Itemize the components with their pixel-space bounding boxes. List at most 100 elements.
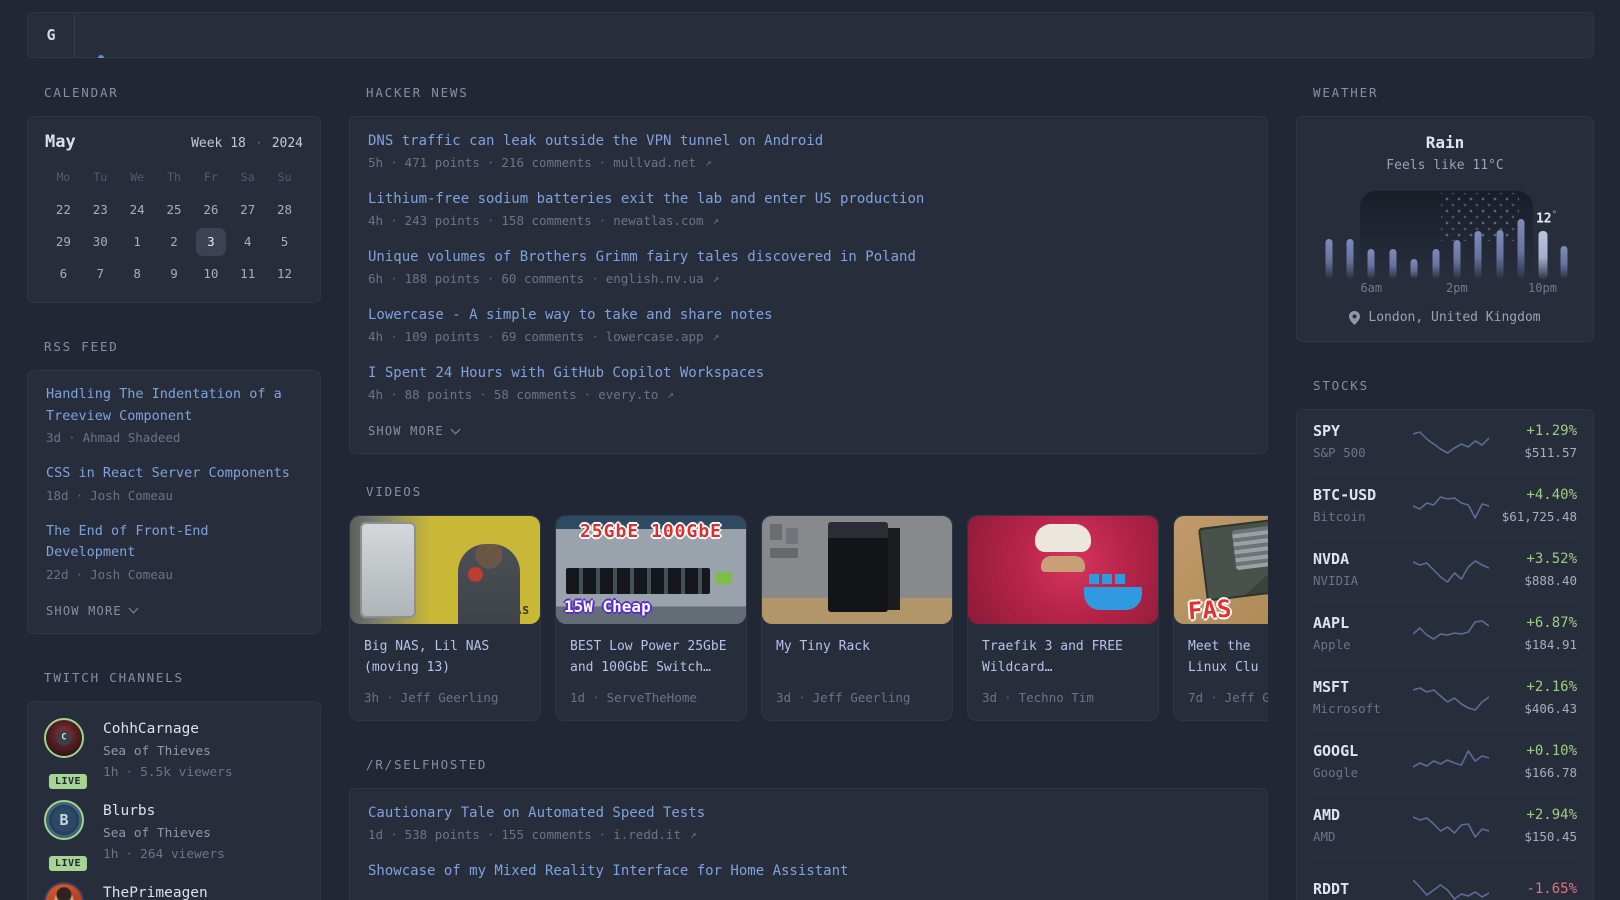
top-nav: G xyxy=(27,12,1594,58)
hackernews-item: Unique volumes of Brothers Grimm fairy t… xyxy=(368,246,1249,289)
meta-channel: Jeff Geerling xyxy=(401,688,499,708)
meta-age: 3d xyxy=(46,428,61,448)
video-card-body: BEST Low Power 25GbE and 100GbE Switch… … xyxy=(556,624,746,720)
stock-info: GOOGL Google xyxy=(1313,741,1409,782)
rss-item-title[interactable]: The End of Front-End Development xyxy=(46,521,302,564)
stock-info: AAPL Apple xyxy=(1313,613,1409,654)
meta-age: 5h xyxy=(368,153,383,173)
video-card-body: Traefik 3 and FREE Wildcard… 3d·Techno T… xyxy=(968,624,1158,720)
calendar-day: 28 xyxy=(266,194,303,226)
video-meta: 3d·Techno Tim xyxy=(982,688,1144,708)
hackernews-item-title[interactable]: Lithium-free sodium batteries exit the l… xyxy=(368,188,1249,210)
stock-change: +3.52% xyxy=(1524,549,1577,569)
stock-ticker: SPY xyxy=(1313,421,1409,441)
rss-item-title[interactable]: Handling The Indentation of a Treeview C… xyxy=(46,384,302,427)
meta-domain[interactable]: i.redd.it xyxy=(613,825,681,845)
reddit-item: Cautionary Tale on Automated Speed Tests… xyxy=(368,802,1249,845)
reddit-card: Cautionary Tale on Automated Speed Tests… xyxy=(349,788,1268,900)
meta-age: 3h xyxy=(364,688,379,708)
meta-points: 88 points xyxy=(405,385,473,405)
stock-name: NVIDIA xyxy=(1313,572,1409,590)
meta-domain[interactable]: english.nv.ua xyxy=(606,269,704,289)
calendar-day: 24 xyxy=(119,194,156,226)
stocks-section-label: STOCKS xyxy=(1313,378,1594,393)
chevron-down-icon xyxy=(128,604,138,614)
left-column: CALENDAR May Week 18 · 2024 MoTuWeThFrSa… xyxy=(27,85,321,900)
nav-divider xyxy=(74,13,75,57)
calendar-day: 1 xyxy=(119,226,156,258)
dot-separator: · xyxy=(386,688,394,708)
meta-domain[interactable]: lowercase.app xyxy=(606,327,704,347)
stock-row[interactable]: GOOGL Google +0.10% $166.78 xyxy=(1313,730,1577,794)
stock-row[interactable]: RDDT -1.65% xyxy=(1313,858,1577,900)
main-columns: CALENDAR May Week 18 · 2024 MoTuWeThFrSa… xyxy=(27,85,1594,900)
reddit-section: /R/SELFHOSTED Cautionary Tale on Automat… xyxy=(349,757,1268,900)
weather-bar xyxy=(1411,259,1418,279)
calendar-day: 2 xyxy=(156,226,193,258)
reddit-item-title[interactable]: Showcase of my Mixed Reality Interface f… xyxy=(368,860,1249,882)
weather-time-axis: 6am2pm10pm xyxy=(1313,281,1577,297)
stock-row[interactable]: AMD AMD +2.94% $150.45 xyxy=(1313,794,1577,858)
hackernews-item-title[interactable]: I Spent 24 Hours with GitHub Copilot Wor… xyxy=(368,362,1249,384)
twitch-channel-name: ThePrimeagen xyxy=(103,883,208,900)
stock-row[interactable]: BTC-USD Bitcoin +4.40% $61,725.48 xyxy=(1313,474,1577,538)
hackernews-item: Lithium-free sodium batteries exit the l… xyxy=(368,188,1249,231)
meta-age: 1h xyxy=(103,845,118,865)
dot-separator: · xyxy=(599,825,607,845)
hackernews-item-title[interactable]: DNS traffic can leak outside the VPN tun… xyxy=(368,130,1249,152)
video-card[interactable]: FAS Meet the Linux Clu 7d·Jeff Geerling xyxy=(1173,515,1268,721)
hackernews-item-title[interactable]: Lowercase - A simple way to take and sha… xyxy=(368,304,1249,326)
stock-name: AMD xyxy=(1313,828,1409,846)
meta-points: 109 points xyxy=(405,327,480,347)
videos-section: VIDEOS LIL NAS Big NAS, Lil NAS (moving … xyxy=(349,484,1268,721)
stock-values: +2.94% $150.45 xyxy=(1524,805,1577,846)
stock-row[interactable]: SPY S&P 500 +1.29% $511.57 xyxy=(1313,410,1577,474)
video-thumbnail xyxy=(762,516,952,624)
meta-age: 6h xyxy=(368,269,383,289)
meta-domain[interactable]: mullvad.net xyxy=(613,153,696,173)
twitch-channel-row[interactable]: ThePrimeagen xyxy=(44,882,304,900)
rss-show-more-button[interactable]: SHOW MORE xyxy=(46,604,137,618)
meta-domain[interactable]: every.to xyxy=(598,385,658,405)
twitch-channel-row[interactable]: LIVE Blurbs Sea of Thieves 1h·264 viewer… xyxy=(44,800,304,865)
video-card[interactable]: My Tiny Rack 3d·Jeff Geerling xyxy=(761,515,953,721)
meta-viewers: 5.5k viewers xyxy=(140,763,232,783)
twitch-channel-row[interactable]: LIVE CohhCarnage Sea of Thieves 1h·5.5k … xyxy=(44,718,304,783)
thumbnail-corner-text: FAS xyxy=(1187,595,1232,624)
app-logo[interactable]: G xyxy=(28,13,74,57)
stock-row[interactable]: AAPL Apple +6.87% $184.91 xyxy=(1313,602,1577,666)
reddit-section-label: /R/SELFHOSTED xyxy=(366,757,1268,772)
video-card[interactable]: Traefik 3 and FREE Wildcard… 3d·Techno T… xyxy=(967,515,1159,721)
reddit-item-title[interactable]: Cautionary Tale on Automated Speed Tests xyxy=(368,802,1249,824)
stock-name: Apple xyxy=(1313,636,1409,654)
calendar-day: 7 xyxy=(82,258,119,290)
calendar-weekday: Tu xyxy=(82,166,119,194)
calendar-day: 23 xyxy=(82,194,119,226)
weather-bar xyxy=(1453,240,1460,279)
meta-author: Josh Comeau xyxy=(90,565,173,585)
dot-separator: · xyxy=(390,385,398,405)
stock-row[interactable]: MSFT Microsoft +2.16% $406.43 xyxy=(1313,666,1577,730)
stock-row[interactable]: NVDA NVIDIA +3.52% $888.40 xyxy=(1313,538,1577,602)
avatar xyxy=(44,800,84,840)
video-title: My Tiny Rack xyxy=(776,636,938,678)
dot-separator: · xyxy=(390,825,398,845)
rss-item-title[interactable]: CSS in React Server Components xyxy=(46,463,302,485)
dot-separator: · xyxy=(390,153,398,173)
meta-age: 4h xyxy=(368,211,383,231)
weather-bar xyxy=(1475,231,1482,279)
video-card[interactable]: LIL NAS Big NAS, Lil NAS (moving 13) 3h·… xyxy=(349,515,541,721)
meta-comments: 69 comments xyxy=(501,327,584,347)
stock-ticker: GOOGL xyxy=(1313,741,1409,761)
hackernews-item-title[interactable]: Unique volumes of Brothers Grimm fairy t… xyxy=(368,246,1249,268)
stock-price: $61,725.48 xyxy=(1502,508,1577,526)
meta-age: 1d xyxy=(368,825,383,845)
external-link-icon: ↗ xyxy=(713,327,720,347)
video-card[interactable]: 25GbE 100GbE 15W Cheap BEST Low Power 25… xyxy=(555,515,747,721)
meta-channel: Jeff Geerling xyxy=(813,688,911,708)
weather-bar xyxy=(1325,239,1332,279)
dot-separator: · xyxy=(1210,688,1218,708)
hackernews-item: DNS traffic can leak outside the VPN tun… xyxy=(368,130,1249,173)
hackernews-show-more-button[interactable]: SHOW MORE xyxy=(368,424,459,438)
meta-domain[interactable]: newatlas.com xyxy=(613,211,703,231)
